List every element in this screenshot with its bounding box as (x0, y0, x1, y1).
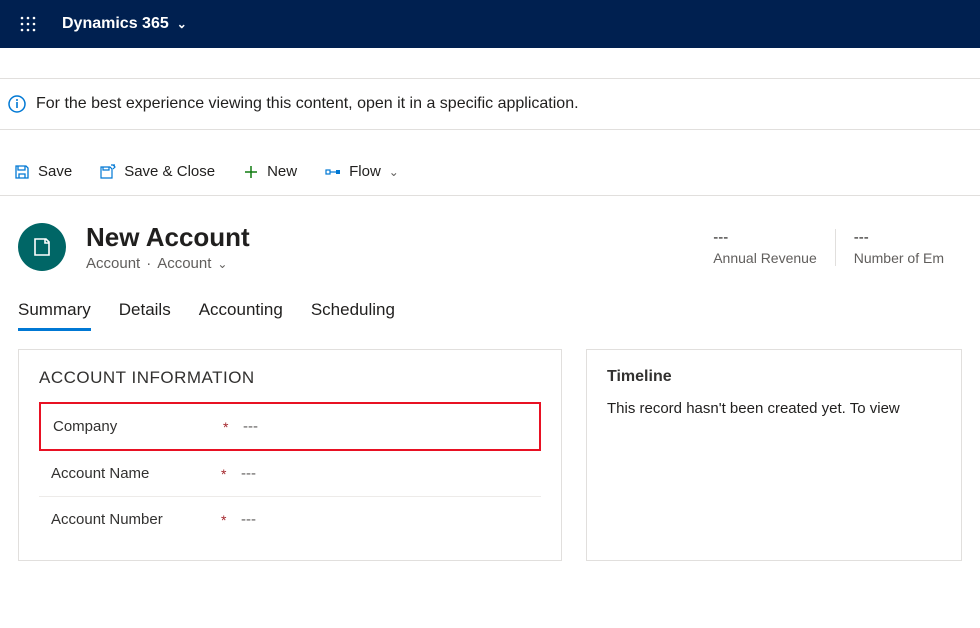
flow-icon (325, 164, 341, 180)
field-label: Company (53, 418, 223, 435)
record-title-block: New Account Account · Account ⌄ (86, 222, 250, 272)
stat-employees[interactable]: --- Number of Em (835, 229, 962, 266)
new-label: New (267, 163, 297, 180)
plus-icon (243, 164, 259, 180)
section-title: ACCOUNT INFORMATION (39, 368, 541, 388)
tab-scheduling[interactable]: Scheduling (311, 300, 395, 331)
tab-list: Summary Details Accounting Scheduling (0, 278, 980, 331)
save-icon (14, 164, 30, 180)
required-indicator: * (221, 466, 241, 482)
stat-annual-revenue[interactable]: --- Annual Revenue (695, 229, 835, 266)
record-header: New Account Account · Account ⌄ --- Annu… (0, 196, 980, 278)
stat-value: --- (713, 229, 817, 246)
field-value: --- (243, 418, 527, 435)
field-account-name[interactable]: Account Name * --- (39, 451, 541, 497)
breadcrumb[interactable]: Account · Account ⌄ (86, 255, 250, 272)
tab-accounting[interactable]: Accounting (199, 300, 283, 331)
flow-label: Flow (349, 163, 381, 180)
timeline-section: Timeline This record hasn't been created… (586, 349, 962, 561)
chevron-down-icon: ⌄ (177, 17, 187, 31)
timeline-message: This record hasn't been created yet. To … (607, 400, 941, 417)
header-stats: --- Annual Revenue --- Number of Em (695, 229, 962, 266)
app-launcher-icon[interactable] (12, 8, 44, 40)
breadcrumb-entity: Account (86, 255, 140, 272)
save-button[interactable]: Save (14, 163, 72, 180)
field-label: Account Name (51, 465, 221, 482)
save-close-button[interactable]: Save & Close (100, 163, 215, 180)
field-value: --- (241, 465, 529, 482)
stat-label: Annual Revenue (713, 250, 817, 266)
save-label: Save (38, 163, 72, 180)
account-information-section: ACCOUNT INFORMATION Company * --- Accoun… (18, 349, 562, 561)
field-label: Account Number (51, 511, 221, 528)
command-bar: Save Save & Close New Flow ⌄ (0, 148, 980, 196)
field-account-number[interactable]: Account Number * --- (39, 497, 541, 542)
content-area: ACCOUNT INFORMATION Company * --- Accoun… (0, 331, 980, 579)
stat-value: --- (854, 229, 944, 246)
tab-summary[interactable]: Summary (18, 300, 91, 331)
notification-bar: For the best experience viewing this con… (0, 78, 980, 130)
required-indicator: * (223, 419, 243, 435)
top-navigation-bar: Dynamics 365 ⌄ (0, 0, 980, 48)
new-button[interactable]: New (243, 163, 297, 180)
info-icon (8, 95, 26, 113)
entity-icon (18, 223, 66, 271)
app-name-dropdown[interactable]: Dynamics 365 ⌄ (62, 15, 187, 33)
field-value: --- (241, 511, 529, 528)
required-indicator: * (221, 512, 241, 528)
chevron-down-icon: ⌄ (389, 165, 399, 179)
field-company[interactable]: Company * --- (39, 402, 541, 451)
stat-label: Number of Em (854, 250, 944, 266)
app-name-label: Dynamics 365 (62, 15, 169, 33)
chevron-down-icon: ⌄ (217, 257, 227, 271)
tab-details[interactable]: Details (119, 300, 171, 331)
save-close-label: Save & Close (124, 163, 215, 180)
save-close-icon (100, 164, 116, 180)
page-title: New Account (86, 222, 250, 253)
flow-button[interactable]: Flow ⌄ (325, 163, 399, 180)
timeline-title: Timeline (607, 368, 941, 386)
breadcrumb-form: Account (157, 255, 211, 272)
notification-text: For the best experience viewing this con… (36, 95, 579, 113)
